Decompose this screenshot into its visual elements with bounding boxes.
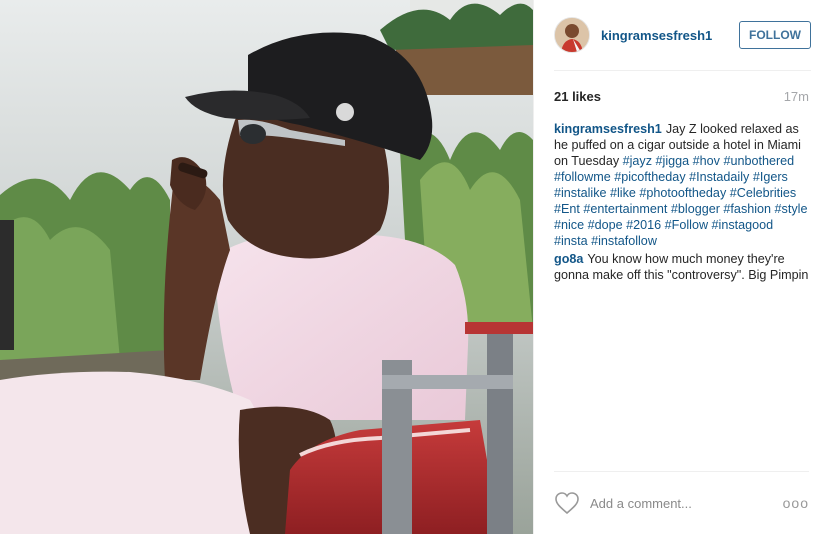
comment-reply: go8a You know how much money they're gonn… (554, 251, 809, 283)
add-comment-input[interactable] (590, 495, 783, 511)
post-photo-image (0, 0, 533, 534)
post-sidebar: kingramsesfresh1 FOLLOW 21 likes 17m kin… (533, 0, 829, 534)
instagram-post: kingramsesfresh1 FOLLOW 21 likes 17m kin… (0, 0, 829, 534)
post-username[interactable]: kingramsesfresh1 (601, 28, 739, 43)
comment-caption: kingramsesfresh1 Jay Z looked relaxed as … (554, 121, 809, 249)
more-options-icon[interactable]: ooo (783, 495, 809, 511)
avatar[interactable] (554, 17, 590, 53)
post-timestamp[interactable]: 17m (784, 89, 809, 104)
post-footer: ooo (554, 471, 809, 534)
comment-text: You know how much money they're gonna ma… (554, 252, 809, 282)
likes-count[interactable]: 21 likes (554, 89, 601, 104)
follow-button[interactable]: FOLLOW (739, 21, 811, 49)
avatar-image (555, 18, 589, 52)
comment-username[interactable]: kingramsesfresh1 (554, 122, 662, 136)
comments-list: kingramsesfresh1 Jay Z looked relaxed as … (554, 121, 809, 283)
post-meta: 21 likes 17m (554, 71, 809, 121)
heart-icon[interactable] (554, 491, 580, 515)
post-photo[interactable] (0, 0, 533, 534)
comment-hashtags[interactable]: #jayz #jigga #hov #unbothered #followme … (554, 154, 807, 248)
comment-username[interactable]: go8a (554, 252, 583, 266)
post-header: kingramsesfresh1 FOLLOW (554, 0, 811, 71)
